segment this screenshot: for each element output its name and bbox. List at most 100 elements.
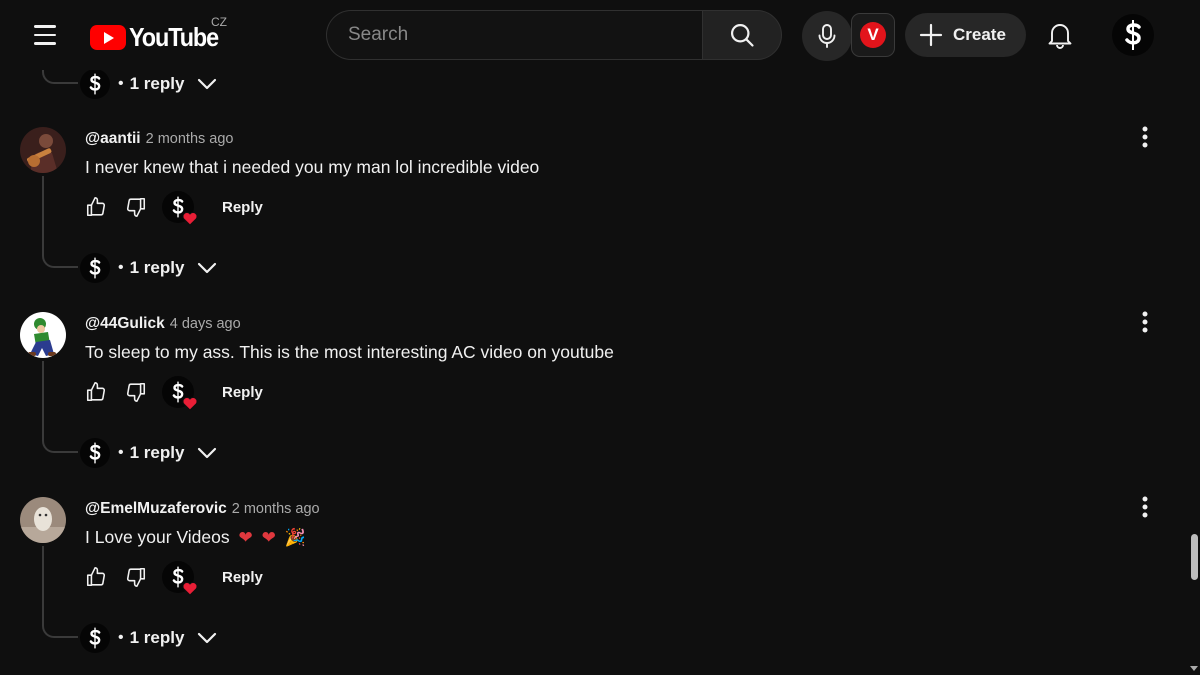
thread-connector	[42, 361, 78, 453]
heart-icon	[182, 582, 198, 596]
country-code: CZ	[211, 15, 227, 29]
comment-header: @EmelMuzaferovic 2 months ago	[85, 500, 320, 518]
more-vertical-icon	[1142, 496, 1148, 518]
reply-count: 1 reply	[129, 628, 185, 647]
thread-connector	[42, 176, 78, 268]
guitarist-avatar-image	[20, 127, 66, 173]
creator-heart-badge	[162, 376, 198, 411]
more-vertical-icon	[1142, 311, 1148, 333]
dislike-button[interactable]	[120, 376, 152, 408]
party-popper-emoji: 🎉	[284, 528, 306, 548]
creator-heart-badge	[162, 191, 198, 226]
voice-search-button[interactable]	[802, 11, 852, 61]
dislike-button[interactable]	[120, 561, 152, 593]
separator-dot: •	[118, 629, 124, 646]
search-button[interactable]	[702, 10, 782, 60]
comment-actions: Reply	[80, 559, 263, 596]
view-replies-button[interactable]: • 1 reply	[80, 622, 218, 654]
red-heart-emoji: ❤	[261, 528, 276, 548]
view-replies-button[interactable]: • 1 reply	[80, 68, 218, 100]
thumbs-up-icon	[86, 382, 106, 402]
scrollbar-thumb[interactable]	[1191, 534, 1198, 580]
commenter-avatar[interactable]	[20, 497, 66, 543]
comment-author[interactable]: @44Gulick	[85, 315, 165, 333]
creator-avatar	[80, 623, 110, 653]
reply-count: 1 reply	[129, 443, 185, 462]
comment-timestamp[interactable]: 4 days ago	[170, 316, 241, 332]
create-label: Create	[953, 25, 1006, 44]
comment-timestamp[interactable]: 2 months ago	[232, 501, 320, 517]
like-button[interactable]	[80, 376, 112, 408]
chevron-down-icon	[196, 77, 218, 91]
bell-icon	[1048, 24, 1072, 49]
top-bar: YouTube CZ V Create	[0, 0, 1200, 70]
comment-text-content: I Love your Videos	[85, 527, 230, 547]
page-scrollbar[interactable]	[1188, 0, 1200, 675]
comment-text: I never knew that i needed you my man lo…	[85, 157, 540, 177]
more-options-button[interactable]	[1130, 492, 1160, 522]
creator-avatar	[80, 438, 110, 468]
view-replies-button[interactable]: • 1 reply	[80, 437, 218, 469]
microphone-icon	[818, 24, 836, 48]
commenter-avatar[interactable]	[20, 312, 66, 358]
youtube-logo[interactable]: YouTube	[90, 22, 228, 53]
chevron-down-icon	[196, 261, 218, 275]
reply-button[interactable]: Reply	[222, 376, 263, 409]
more-options-button[interactable]	[1130, 307, 1160, 337]
thumbs-down-icon	[126, 382, 146, 402]
view-replies-button[interactable]: • 1 reply	[80, 252, 218, 284]
thread-connector	[42, 546, 78, 638]
like-button[interactable]	[80, 561, 112, 593]
dollar-s-logo-icon	[89, 257, 101, 279]
comment-text: To sleep to my ass. This is the most int…	[85, 342, 614, 362]
reply-button[interactable]: Reply	[222, 561, 263, 594]
red-heart-emoji: ❤	[238, 528, 253, 548]
dislike-button[interactable]	[120, 191, 152, 223]
comment-header: @44Gulick 4 days ago	[85, 315, 241, 333]
extension-button[interactable]: V	[851, 13, 895, 57]
comments-section: • 1 reply @aantii 2 months ago I never k…	[0, 0, 1188, 675]
reply-count: 1 reply	[129, 74, 185, 93]
separator-dot: •	[118, 259, 124, 276]
menu-icon[interactable]	[28, 20, 62, 50]
creator-avatar	[80, 69, 110, 99]
dollar-s-logo-icon	[89, 627, 101, 649]
more-options-button[interactable]	[1130, 122, 1160, 152]
search-bar	[326, 10, 782, 60]
plus-icon	[919, 23, 943, 47]
thumbs-up-icon	[86, 567, 106, 587]
heart-icon	[182, 212, 198, 226]
extension-v-icon: V	[860, 22, 886, 48]
creator-avatar	[80, 253, 110, 283]
thumbs-down-icon	[126, 567, 146, 587]
search-input[interactable]	[348, 24, 702, 46]
account-avatar[interactable]	[1112, 14, 1154, 56]
dollar-s-logo-icon	[1125, 20, 1141, 50]
comment-author[interactable]: @EmelMuzaferovic	[85, 500, 227, 518]
chevron-down-icon	[196, 631, 218, 645]
like-button[interactable]	[80, 191, 112, 223]
create-button[interactable]: Create	[905, 13, 1026, 57]
sheep-avatar-image	[20, 497, 66, 543]
notifications-button[interactable]	[1040, 15, 1080, 55]
chevron-down-icon	[196, 446, 218, 460]
comment-author[interactable]: @aantii	[85, 130, 141, 148]
scroll-down-arrow-icon[interactable]	[1190, 666, 1198, 671]
luigi-avatar-image	[20, 312, 66, 358]
comment-header: @aantii 2 months ago	[85, 130, 233, 148]
youtube-play-icon	[90, 25, 126, 50]
comment-actions: Reply	[80, 374, 263, 411]
heart-icon	[182, 397, 198, 411]
separator-dot: •	[118, 444, 124, 461]
thumbs-up-icon	[86, 197, 106, 217]
commenter-avatar[interactable]	[20, 127, 66, 173]
comment-actions: Reply	[80, 189, 263, 226]
comment-timestamp[interactable]: 2 months ago	[146, 131, 234, 147]
comment-text: I Love your Videos ❤ ❤ 🎉	[85, 527, 306, 548]
reply-count: 1 reply	[129, 258, 185, 277]
reply-button[interactable]: Reply	[222, 191, 263, 224]
thumbs-down-icon	[126, 197, 146, 217]
search-field[interactable]	[326, 10, 702, 60]
search-icon	[730, 23, 754, 47]
more-vertical-icon	[1142, 126, 1148, 148]
